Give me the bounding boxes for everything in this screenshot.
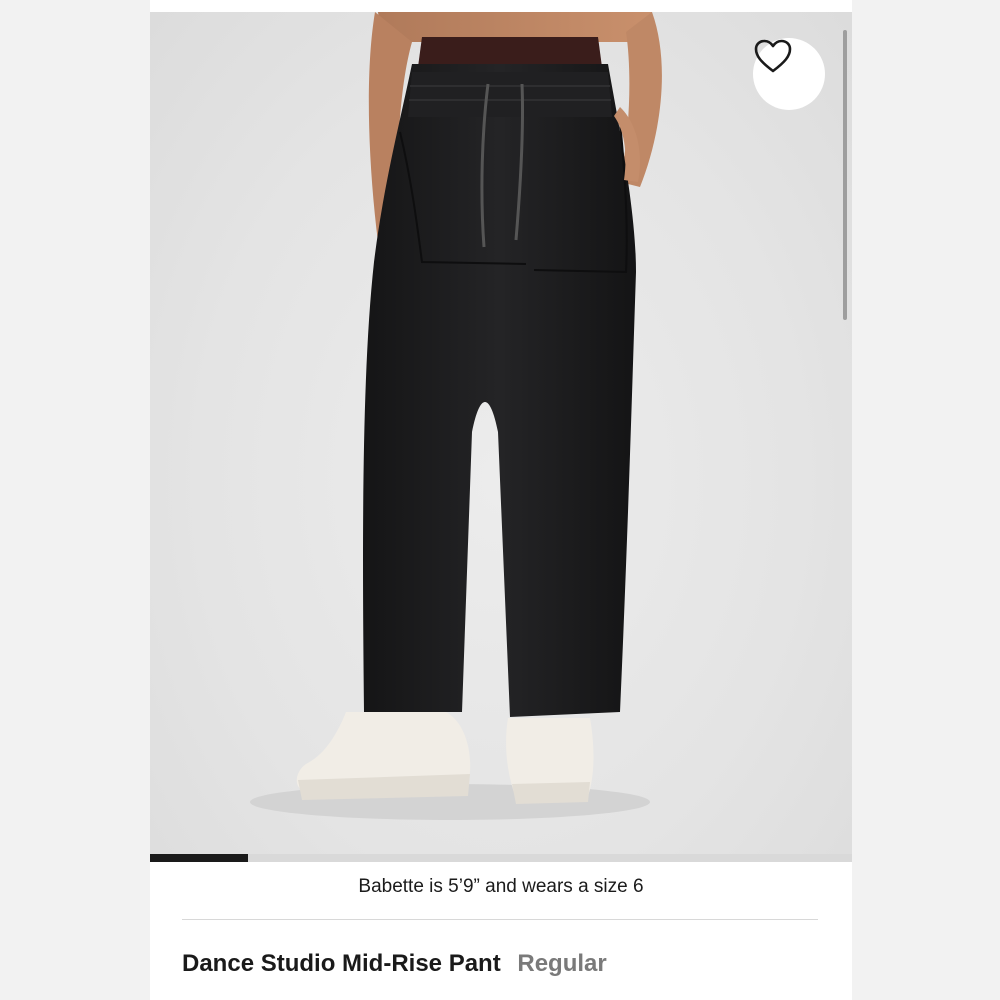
product-fit: Regular [517,950,607,977]
gallery-progress [150,854,852,862]
wishlist-button[interactable] [753,38,825,110]
divider [182,919,818,920]
image-scrollbar[interactable] [843,30,847,320]
product-title-row: Dance Studio Mid-Rise Pant Regular [182,950,607,978]
gallery-progress-fill [150,854,249,862]
page-background: Babette is 5’9” and wears a size 6 Dance… [0,0,1000,1000]
model-size-note: Babette is 5’9” and wears a size 6 [358,876,644,897]
product-image[interactable] [150,12,852,862]
product-photo-illustration [250,12,662,820]
product-panel: Babette is 5’9” and wears a size 6 Dance… [150,0,852,1000]
product-name: Dance Studio Mid-Rise Pant [182,950,501,977]
